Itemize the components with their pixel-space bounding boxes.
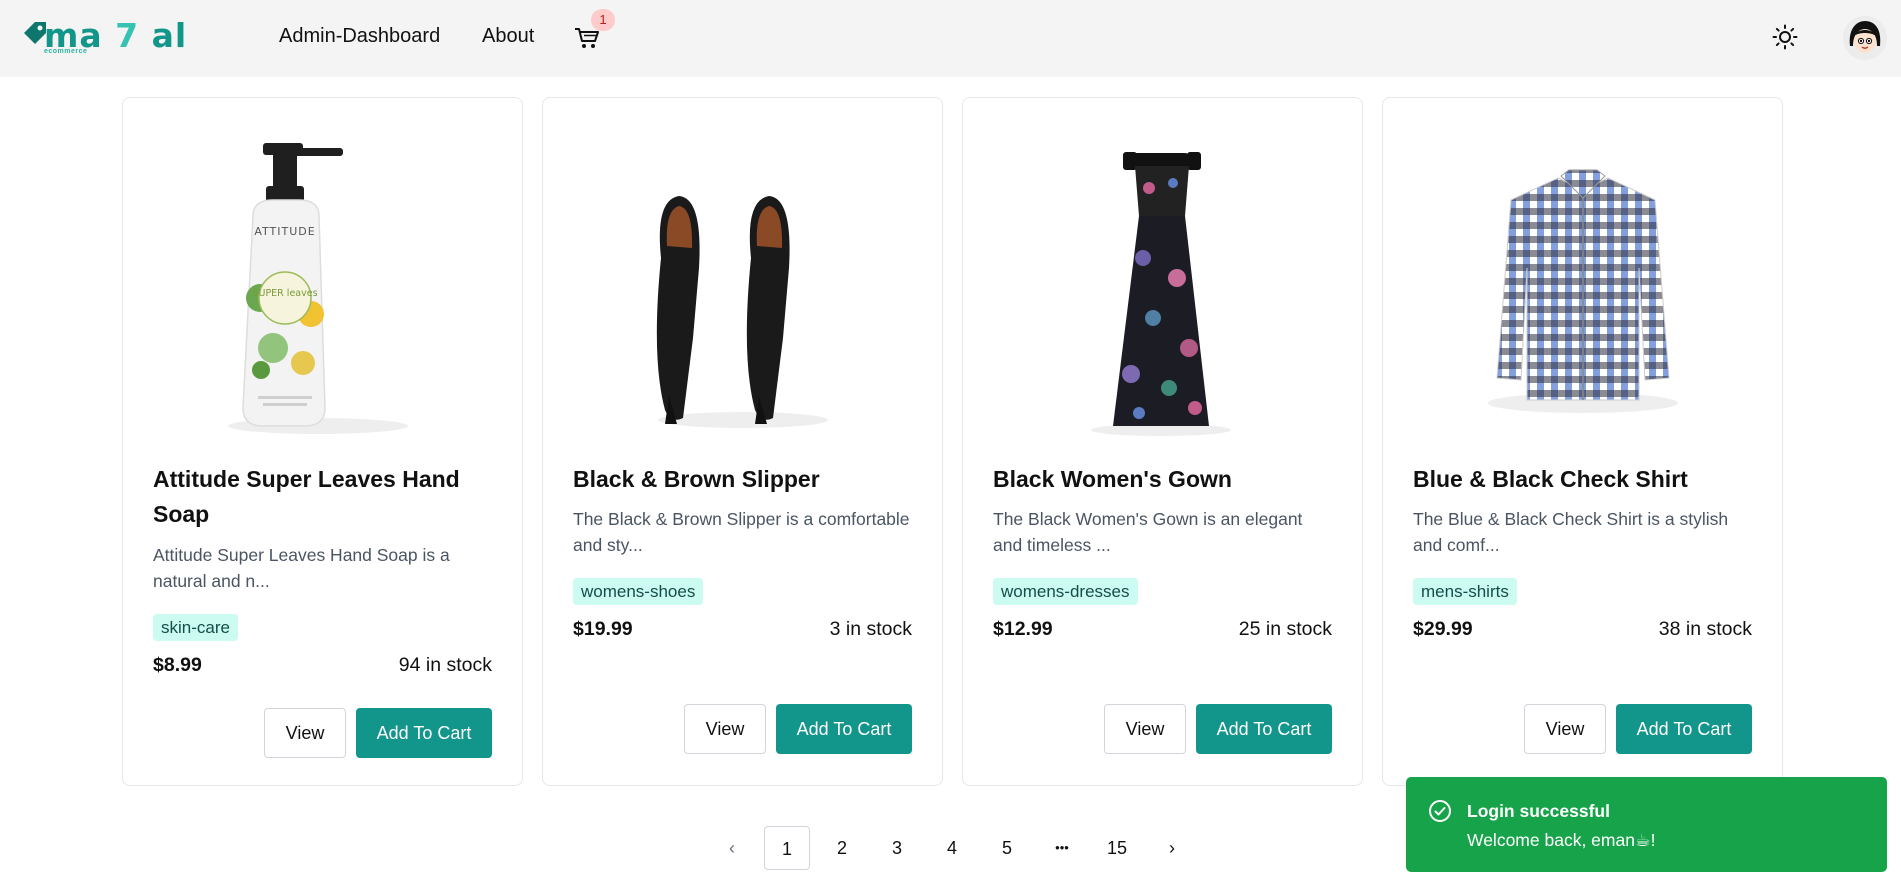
- product-title[interactable]: Blue & Black Check Shirt: [1413, 462, 1753, 497]
- product-image-name: SUPER leaves: [252, 288, 317, 299]
- product-card: Blue & Black Check Shirt The Blue & Blac…: [1382, 97, 1783, 786]
- product-description: The Blue & Black Check Shirt is a stylis…: [1413, 509, 1729, 555]
- brand-logo[interactable]: ma 7 al ecommerce: [22, 14, 186, 58]
- product-price: $19.99: [573, 618, 633, 640]
- category-badge: womens-shoes: [573, 578, 704, 605]
- add-to-cart-button[interactable]: Add To Cart: [1616, 704, 1752, 754]
- product-image-brand: ATTITUDE: [254, 225, 315, 238]
- user-avatar[interactable]: [1843, 16, 1887, 60]
- pagination-page-2[interactable]: 2: [819, 826, 865, 870]
- pagination-page-4[interactable]: 4: [929, 826, 975, 870]
- product-card: Black & Brown Slipper The Black & Brown …: [542, 97, 943, 786]
- product-price: $12.99: [993, 618, 1053, 640]
- category-badge: skin-care: [153, 614, 238, 641]
- sun-icon[interactable]: [1772, 24, 1798, 50]
- pagination-page-3[interactable]: 3: [874, 826, 920, 870]
- pagination-prev[interactable]: ‹: [709, 826, 755, 870]
- pagination-ellipsis[interactable]: •••: [1039, 826, 1085, 870]
- product-image[interactable]: [1383, 138, 1782, 438]
- cart-count-badge: 1: [591, 9, 615, 31]
- view-button[interactable]: View: [1524, 704, 1606, 754]
- avatar-illustration: [1843, 16, 1887, 60]
- stock-count: 25 in stock: [1238, 618, 1332, 640]
- product-price: $29.99: [1413, 618, 1473, 640]
- pagination-next[interactable]: ›: [1149, 826, 1195, 870]
- view-button[interactable]: View: [264, 708, 346, 758]
- product-card: ATTITUDE SUPER leaves Attitude Super Lea…: [122, 97, 523, 786]
- add-to-cart-button[interactable]: Add To Cart: [1196, 704, 1332, 754]
- product-image[interactable]: ATTITUDE SUPER leaves: [123, 138, 522, 438]
- nav-admin-dashboard[interactable]: Admin-Dashboard: [279, 25, 440, 48]
- product-title[interactable]: Black & Brown Slipper: [573, 462, 913, 497]
- login-toast[interactable]: Login successful Welcome back, eman☕!: [1406, 777, 1887, 872]
- product-description: The Black Women's Gown is an elegant and…: [993, 509, 1303, 555]
- stock-count: 38 in stock: [1658, 618, 1752, 640]
- pagination-page-15[interactable]: 15: [1094, 826, 1140, 870]
- pagination-page-1[interactable]: 1: [764, 826, 810, 870]
- view-button[interactable]: View: [1104, 704, 1186, 754]
- product-description: The Black & Brown Slipper is a comfortab…: [573, 509, 910, 555]
- nav-about[interactable]: About: [482, 25, 534, 48]
- product-title[interactable]: Attitude Super Leaves Hand Soap: [153, 462, 493, 532]
- product-price: $8.99: [153, 654, 202, 676]
- category-badge: womens-dresses: [993, 578, 1138, 605]
- toast-message: Welcome back, eman☕!: [1467, 830, 1656, 850]
- product-image[interactable]: [963, 138, 1362, 438]
- add-to-cart-button[interactable]: Add To Cart: [776, 704, 912, 754]
- pagination-page-5[interactable]: 5: [984, 826, 1030, 870]
- stock-count: 94 in stock: [398, 654, 492, 676]
- top-navbar: ma 7 al ecommerce Admin-Dashboard About …: [0, 0, 1901, 77]
- product-description: Attitude Super Leaves Hand Soap is a nat…: [153, 545, 450, 591]
- product-card: Black Women's Gown The Black Women's Gow…: [962, 97, 1363, 786]
- view-button[interactable]: View: [684, 704, 766, 754]
- add-to-cart-button[interactable]: Add To Cart: [356, 708, 492, 758]
- check-circle-icon: [1429, 800, 1451, 822]
- product-image[interactable]: [543, 138, 942, 438]
- stock-count: 3 in stock: [829, 618, 912, 640]
- toast-title: Login successful: [1467, 801, 1610, 821]
- product-title[interactable]: Black Women's Gown: [993, 462, 1333, 497]
- logo-subtitle: ecommerce: [44, 48, 88, 55]
- category-badge: mens-shirts: [1413, 578, 1517, 605]
